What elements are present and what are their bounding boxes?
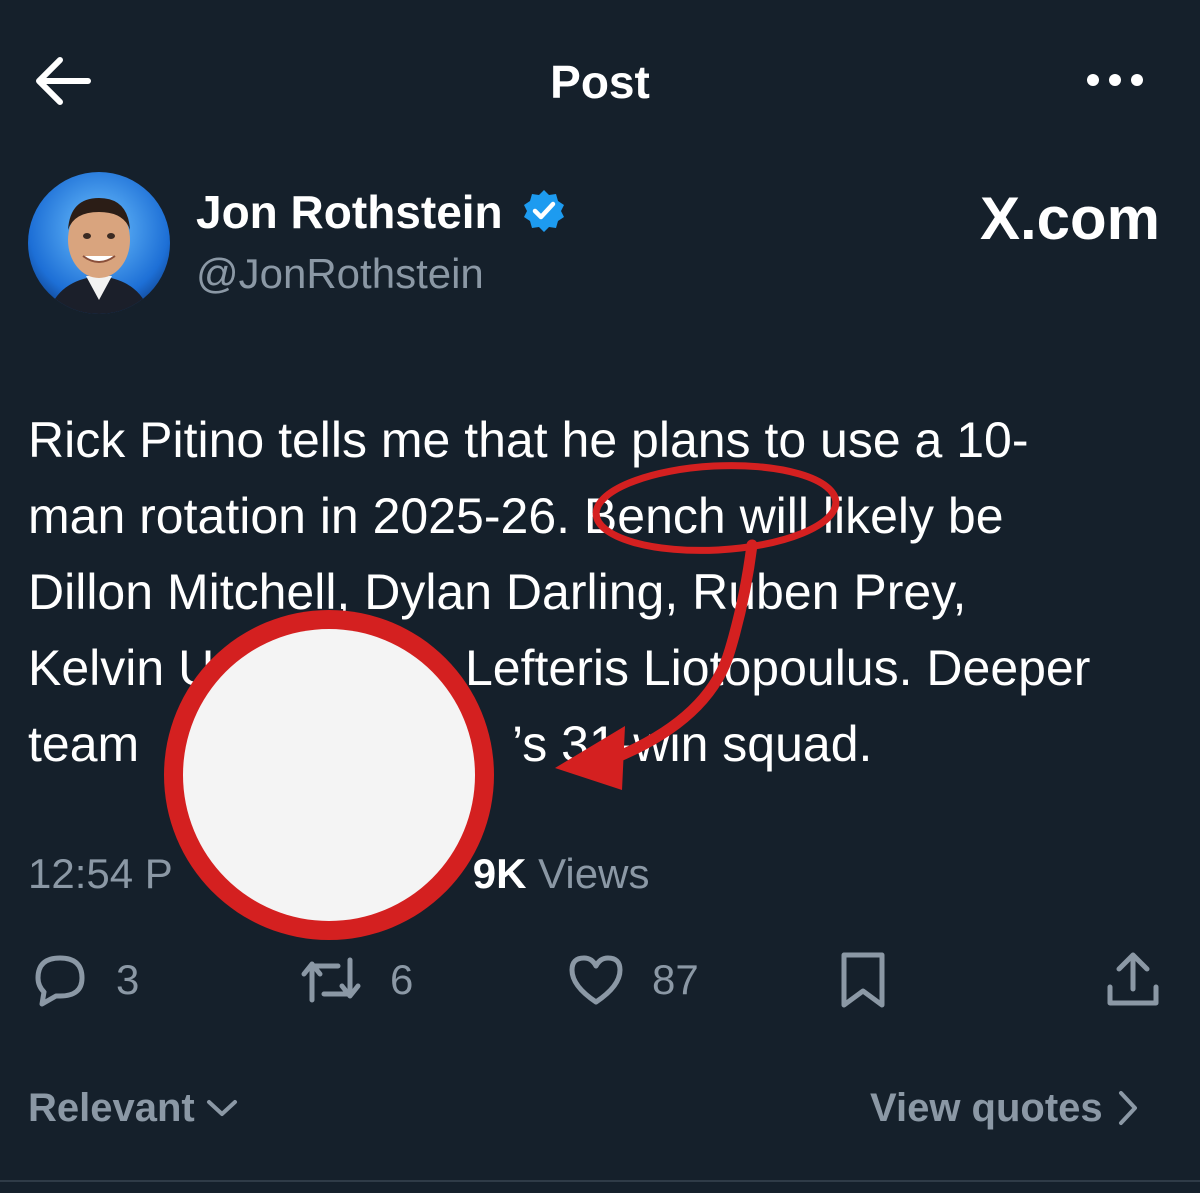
view-quotes-label: View quotes [870, 1086, 1103, 1130]
post-line-fragment: ’s 31-win squad. [512, 716, 873, 772]
chevron-down-icon [206, 1100, 237, 1116]
more-icon [1087, 74, 1143, 86]
repost-count: 6 [390, 956, 414, 1003]
chevron-right-icon [1118, 1091, 1137, 1125]
reply-icon [35, 955, 85, 1007]
like-icon [569, 955, 623, 1005]
author-handle[interactable]: @JonRothstein [196, 246, 484, 302]
sort-dropdown[interactable]: Relevant [28, 1080, 239, 1136]
divider [0, 1180, 1200, 1182]
repost-button[interactable]: 6 [298, 945, 413, 1015]
views-count: 9K [472, 850, 527, 897]
post-text: Rick Pitino tells me that he plans to us… [28, 402, 1178, 782]
bookmark-button[interactable] [836, 945, 890, 1015]
bookmark-icon [841, 952, 885, 1008]
like-count: 87 [652, 956, 699, 1003]
author-avatar[interactable] [28, 172, 170, 314]
post-line: Rick Pitino tells me that he plans to us… [28, 412, 1029, 468]
post-meta: 12:54 P 9K Views [28, 846, 649, 902]
view-quotes-link[interactable]: View quotes [870, 1080, 1139, 1136]
like-button[interactable]: 87 [566, 945, 699, 1015]
post-line-fragment: team [28, 716, 140, 772]
sort-label: Relevant [28, 1086, 195, 1130]
post-line: Dillon Mitchell, Dylan Darling, Ruben Pr… [28, 564, 967, 620]
post-time: 12:54 P [28, 850, 173, 897]
post-line: team ’s 31-win squad. [28, 706, 1178, 782]
more-button[interactable] [1080, 60, 1150, 100]
page-title: Post [550, 56, 650, 108]
reply-button[interactable]: 3 [30, 945, 139, 1015]
views-label: Views [538, 850, 650, 897]
author-name[interactable]: Jon Rothstein [196, 182, 503, 242]
post-line: man rotation in 2025-26. Bench will like… [28, 488, 1004, 544]
share-icon [1107, 952, 1159, 1006]
verified-badge-icon [521, 188, 567, 234]
watermark-text: X.com [979, 185, 1160, 252]
reply-count: 3 [116, 956, 140, 1003]
post-line: Kelvin U Lefteris Liotopoulus. Deeper [28, 630, 1178, 706]
post-line-fragment: Lefteris Liotopoulus. Deeper [465, 640, 1091, 696]
share-button[interactable] [1104, 945, 1162, 1015]
repost-icon [301, 957, 361, 1003]
post-line-fragment: Kelvin U [28, 640, 215, 696]
